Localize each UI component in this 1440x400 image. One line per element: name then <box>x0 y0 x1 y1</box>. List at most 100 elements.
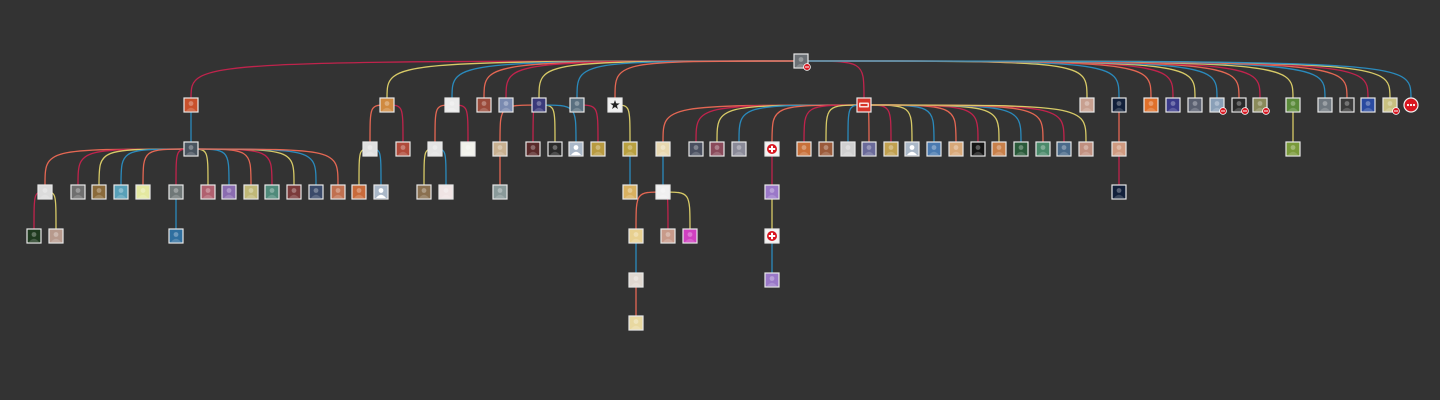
tree-node-n2a1[interactable] <box>351 184 367 200</box>
minus-badge-icon[interactable] <box>1392 107 1400 115</box>
tree-node-n9a1[interactable] <box>655 184 671 200</box>
tree-node-n3b[interactable] <box>460 141 476 157</box>
tree-node-n9a1a1a[interactable] <box>628 315 644 331</box>
tree-node-n1a6a[interactable] <box>168 228 184 244</box>
tree-node-n1a1b[interactable] <box>48 228 64 244</box>
tree-node-n9k[interactable] <box>904 141 920 157</box>
tree-node-n1a9[interactable] <box>243 184 259 200</box>
tree-node-n7[interactable] <box>569 97 585 113</box>
tree-node-n9h[interactable] <box>840 141 856 157</box>
tree-node-n2[interactable] <box>379 97 395 113</box>
tree-node-n2a2[interactable] <box>373 184 389 200</box>
tree-node-n9a1b[interactable] <box>660 228 676 244</box>
tree-node-n5[interactable] <box>498 97 514 113</box>
tree-node-n9s[interactable] <box>1078 141 1094 157</box>
tree-node-n6c[interactable] <box>547 141 563 157</box>
tree-node-n9n[interactable] <box>970 141 986 157</box>
tree-node-n6b[interactable] <box>525 141 541 157</box>
tree-node-n11a[interactable] <box>1111 141 1127 157</box>
tree-node-n8[interactable] <box>607 97 623 113</box>
tree-node-n9r[interactable] <box>1056 141 1072 157</box>
tree-node-n15[interactable] <box>1209 97 1227 115</box>
tree-node-n2a[interactable] <box>362 141 378 157</box>
tree-node-n1[interactable] <box>183 97 199 113</box>
tree-node-n9l[interactable] <box>926 141 942 157</box>
tree-node-root[interactable] <box>793 53 811 71</box>
tree-node-n3[interactable] <box>444 97 460 113</box>
tree-node-n1a10[interactable] <box>264 184 280 200</box>
tree-node-n3a2[interactable] <box>438 184 454 200</box>
tree-link <box>863 104 1000 143</box>
tree-node-n1a[interactable] <box>183 141 199 157</box>
tree-node-n1a7[interactable] <box>200 184 216 200</box>
minus-badge-icon[interactable] <box>803 63 811 71</box>
tree-node-n3a[interactable] <box>427 141 443 157</box>
tree-node-n9[interactable] <box>856 97 872 113</box>
tree-node-n9m[interactable] <box>948 141 964 157</box>
medical-cross-icon <box>767 144 777 154</box>
tree-link <box>803 104 865 143</box>
tree-node-n9a1a1[interactable] <box>628 272 644 288</box>
tree-node-n1a3[interactable] <box>91 184 107 200</box>
tree-node-n9e[interactable] <box>764 141 780 157</box>
more-button[interactable] <box>1403 97 1419 113</box>
tree-node-n18a[interactable] <box>1285 141 1301 157</box>
tree-node-n9d[interactable] <box>731 141 747 157</box>
tree-node-n9q[interactable] <box>1035 141 1051 157</box>
tree-node-n9b[interactable] <box>688 141 704 157</box>
tree-node-n8a1[interactable] <box>622 184 638 200</box>
tree-node-n18[interactable] <box>1285 97 1301 113</box>
tree-node-n1a1a[interactable] <box>26 228 42 244</box>
tree-node-n9j[interactable] <box>883 141 899 157</box>
tree-node-n1a8[interactable] <box>221 184 237 200</box>
tree-node-n12[interactable] <box>1143 97 1159 113</box>
tree-node-n1a11[interactable] <box>286 184 302 200</box>
tree-node-n6[interactable] <box>531 97 547 113</box>
tree-node-n2b[interactable] <box>395 141 411 157</box>
tree-node-n9a1c[interactable] <box>682 228 698 244</box>
tree-node-n9e1[interactable] <box>764 184 780 200</box>
tree-node-n7a[interactable] <box>590 141 606 157</box>
tree-node-n9e1a1[interactable] <box>764 272 780 288</box>
tree-node-n11[interactable] <box>1111 97 1127 113</box>
tree-node-n1a12[interactable] <box>308 184 324 200</box>
tree-node-n14[interactable] <box>1187 97 1203 113</box>
tree-node-n1a2[interactable] <box>70 184 86 200</box>
tree-node-n10[interactable] <box>1079 97 1095 113</box>
tree-node-n9a1a[interactable] <box>628 228 644 244</box>
tree-node-n17[interactable] <box>1252 97 1270 115</box>
tree-node-n22[interactable] <box>1382 97 1400 115</box>
tree-node-n1a5[interactable] <box>135 184 151 200</box>
tree-node-n13[interactable] <box>1165 97 1181 113</box>
tree-node-n3a1[interactable] <box>416 184 432 200</box>
tree-node-n9a[interactable] <box>655 141 671 157</box>
tree-node-n9p[interactable] <box>1013 141 1029 157</box>
tree-node-n9e1a[interactable] <box>764 228 780 244</box>
tree-node-n1a4[interactable] <box>113 184 129 200</box>
tree-link <box>800 60 1088 99</box>
minus-badge-icon[interactable] <box>1262 107 1270 115</box>
tree-node-n9f[interactable] <box>796 141 812 157</box>
tree-link <box>483 60 802 99</box>
minus-badge-icon[interactable] <box>1219 107 1227 115</box>
tree-node-n9c[interactable] <box>709 141 725 157</box>
tree-node-n9o[interactable] <box>991 141 1007 157</box>
tree-node-n1a6[interactable] <box>168 184 184 200</box>
tree-node-n19[interactable] <box>1317 97 1333 113</box>
tree-node-n6d[interactable] <box>568 141 584 157</box>
tree-node-n6a[interactable] <box>492 141 508 157</box>
tree-node-n6a1[interactable] <box>492 184 508 200</box>
tree-node-n4[interactable] <box>476 97 492 113</box>
tree-node-n9g[interactable] <box>818 141 834 157</box>
minus-badge-icon[interactable] <box>1241 107 1249 115</box>
tree-node-n1a1[interactable] <box>37 184 53 200</box>
ellipsis-dot <box>1412 103 1416 107</box>
tree-node-n21[interactable] <box>1360 97 1376 113</box>
tree-link <box>863 104 935 143</box>
tree-node-n20[interactable] <box>1339 97 1355 113</box>
tree-node-n8a[interactable] <box>622 141 638 157</box>
tree-node-n1a13[interactable] <box>330 184 346 200</box>
tree-node-n16[interactable] <box>1231 97 1249 115</box>
tree-node-n11a1[interactable] <box>1111 184 1127 200</box>
tree-node-n9i[interactable] <box>861 141 877 157</box>
